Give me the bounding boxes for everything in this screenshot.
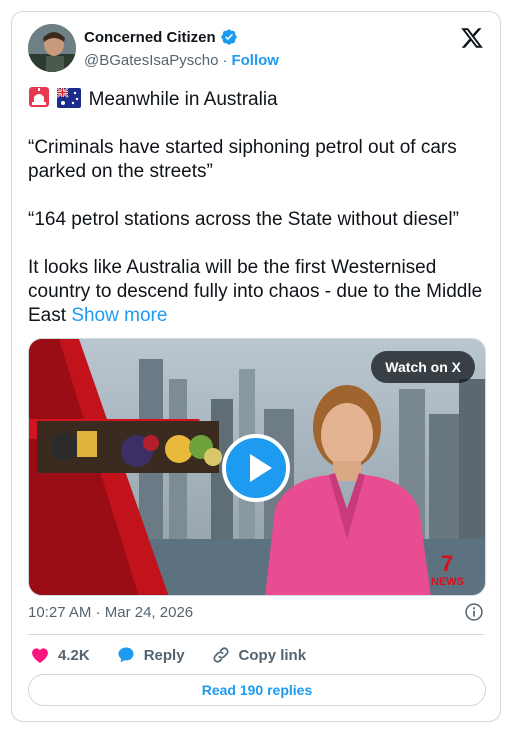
australia-flag-icon (57, 88, 82, 108)
svg-text:7: 7 (441, 551, 453, 576)
video-player[interactable]: 7 NEWS Watch on X (28, 338, 486, 596)
tweet-paragraph-3: “164 petrol stations across the State wi… (28, 209, 459, 230)
x-logo-icon[interactable] (460, 26, 484, 50)
timestamp[interactable]: 10:27 AM · Mar 24, 2026 (28, 604, 193, 621)
reply-label: Reply (143, 646, 185, 664)
show-more-link[interactable]: Show more (71, 305, 167, 326)
link-icon (213, 647, 229, 663)
copy-link-label: Copy link (238, 646, 307, 664)
play-icon[interactable] (222, 434, 290, 502)
heart-icon (32, 648, 48, 663)
reply-button[interactable]: Reply (116, 645, 185, 665)
tweet-paragraph-2: “Criminals have started siphoning petrol… (28, 137, 457, 182)
avatar-photo-icon (28, 24, 76, 72)
reply-bubble-icon (118, 647, 134, 663)
author-handle[interactable]: @BGatesIsaPyscho (84, 52, 218, 69)
divider (28, 634, 484, 635)
timestamp-separator: · (95, 604, 101, 621)
handle-separator: · (222, 52, 228, 69)
tweet-line-1: Meanwhile in Australia (88, 89, 278, 110)
watch-on-x-button[interactable]: Watch on X (371, 351, 475, 383)
like-count: 4.2K (58, 646, 90, 664)
avatar[interactable] (28, 24, 76, 72)
read-replies-button[interactable]: Read 190 replies (28, 674, 486, 706)
svg-text:NEWS: NEWS (431, 576, 464, 588)
action-bar: 4.2K Reply Copy link (30, 644, 332, 666)
tweet-time: 10:27 AM (28, 604, 92, 621)
copy-link-button[interactable]: Copy link (211, 645, 307, 665)
tweet-card: Concerned Citizen @BGatesIsaPyscho · Fol… (11, 11, 501, 722)
like-button[interactable]: 4.2K (30, 645, 90, 665)
siren-icon (29, 87, 49, 107)
tweet-date: Mar 24, 2026 (104, 604, 194, 621)
info-icon[interactable] (464, 602, 484, 622)
tweet-text: Meanwhile in Australia “Criminals have s… (28, 86, 490, 328)
author-name[interactable]: Concerned Citizen (84, 29, 216, 46)
follow-button[interactable]: Follow (231, 52, 279, 69)
verified-badge-icon (221, 29, 237, 45)
